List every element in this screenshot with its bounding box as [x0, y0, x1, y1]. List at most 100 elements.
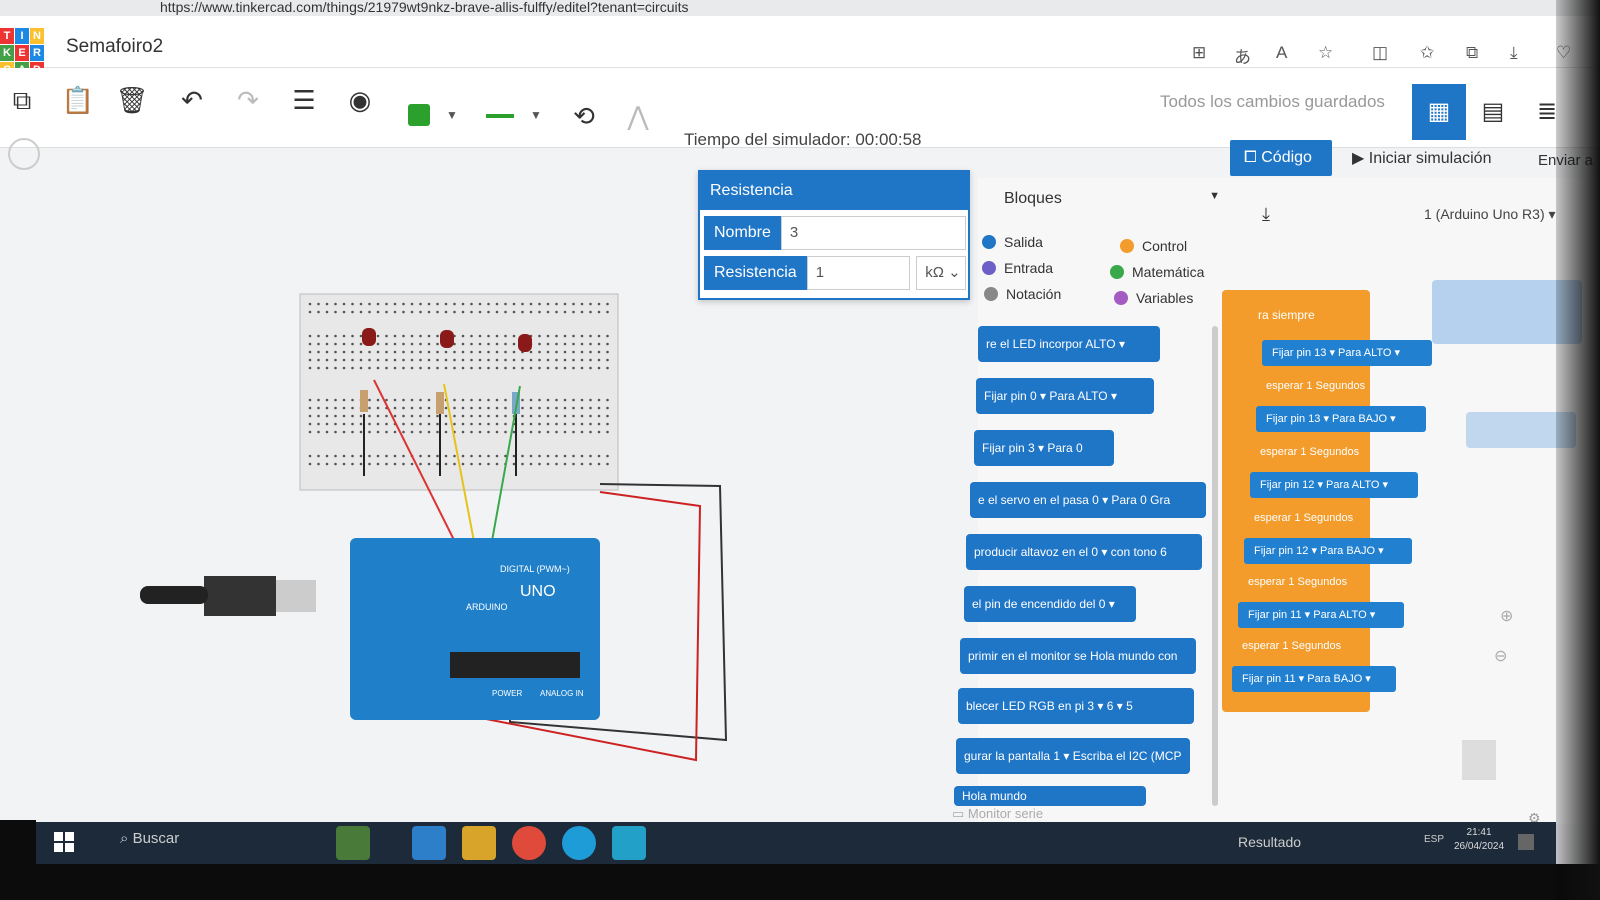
collections-icon[interactable]: ⧉	[1466, 43, 1478, 63]
breadboard-hole	[410, 302, 414, 306]
windows-start-icon[interactable]	[54, 832, 74, 852]
script-block[interactable]: esperar 1 Segundos	[1258, 374, 1365, 398]
category-control[interactable]: Control	[1120, 238, 1187, 254]
breadboard-hole	[572, 430, 575, 434]
breadboard-hole	[317, 334, 320, 338]
taskbar-search[interactable]: ⌕ Buscar	[120, 830, 179, 847]
tree-widget-icon[interactable]	[336, 826, 370, 860]
start-simulation-button[interactable]: ▶ Iniciar simulación	[1352, 148, 1491, 168]
script-block[interactable]: esperar 1 Segundos	[1252, 440, 1359, 464]
serial-monitor-button[interactable]: ▭ Monitor serie	[952, 806, 1043, 822]
palette-block[interactable]: Fijar pin 0 ▾ Para ALTO ▾	[976, 378, 1154, 414]
copy-icon[interactable]: ⧉	[4, 82, 40, 118]
breadboard-hole	[521, 414, 524, 418]
script-block[interactable]: esperar 1 Segundos	[1240, 570, 1347, 594]
undo-icon[interactable]: ↶	[174, 82, 210, 118]
led-red-2[interactable]	[440, 330, 454, 348]
download-icon[interactable]: ⤓	[1510, 43, 1518, 63]
palette-block[interactable]: el pin de encendido del 0 ▾	[964, 586, 1136, 622]
favorites-icon[interactable]: ✩	[1420, 43, 1434, 63]
board-select[interactable]: 1 (Arduino Uno R3) ▾	[1424, 206, 1556, 223]
download-code-icon[interactable]: ⤓	[1262, 204, 1270, 225]
breadboard-hole	[538, 358, 541, 362]
view-icon[interactable]: ◉	[342, 82, 378, 118]
category-input[interactable]: Entrada	[982, 260, 1053, 276]
split-screen-icon[interactable]: ◫	[1372, 43, 1388, 63]
mirror-icon[interactable]: ⋀	[620, 98, 656, 134]
breadboard-hole	[308, 430, 312, 434]
script-block[interactable]: Fijar pin 13 ▾ Para BAJO ▾	[1256, 406, 1426, 432]
taskbar-result[interactable]: Resultado	[1238, 834, 1301, 850]
script-block[interactable]: Fijar pin 11 ▾ Para ALTO ▾	[1238, 602, 1404, 628]
breadboard-hole	[419, 334, 422, 338]
browser-url[interactable]: https://www.tinkercad.com/things/21979wt…	[0, 0, 1600, 16]
breadboard-hole	[555, 302, 558, 306]
fit-view-icon[interactable]	[8, 138, 40, 170]
category-variables[interactable]: Variables	[1114, 290, 1193, 306]
rotate-icon[interactable]: ⟲	[566, 98, 602, 134]
palette-block[interactable]: gurar la pantalla 1 ▾ Escriba el I2C (MC…	[956, 738, 1190, 774]
apps-icon[interactable]: ⊞	[1192, 43, 1206, 63]
led-red-3[interactable]	[518, 334, 532, 352]
clock[interactable]: 21:41 26/04/2024	[1454, 826, 1504, 854]
led-red-1[interactable]	[362, 328, 376, 346]
script-block[interactable]: Fijar pin 11 ▾ Para BAJO ▾	[1232, 666, 1396, 692]
delete-icon[interactable]: 🗑	[114, 82, 150, 118]
category-output[interactable]: Salida	[982, 234, 1043, 250]
language-indicator[interactable]: ESP	[1424, 834, 1444, 845]
notifications-icon[interactable]	[1518, 834, 1534, 850]
palette-block[interactable]: Hola mundo	[954, 786, 1146, 806]
palette-scrollbar[interactable]	[1212, 326, 1218, 806]
breadboard-hole	[410, 342, 414, 346]
palette-block[interactable]: re el LED incorpor ALTO ▾	[978, 326, 1160, 362]
resistance-input[interactable]: 1	[806, 256, 911, 290]
breadboard-hole	[538, 430, 541, 434]
file-explorer-icon[interactable]	[462, 826, 496, 860]
circuit-canvas[interactable]: DIGITAL (PWM~) UNO ARDUINO POWER ANALOG …	[140, 280, 760, 780]
breadboard-hole	[308, 462, 312, 466]
translate-icon[interactable]: あ	[1234, 43, 1251, 68]
breadboard-hole	[334, 366, 337, 370]
edge-icon[interactable]	[562, 826, 596, 860]
breadboard-hole	[597, 406, 601, 410]
read-aloud-icon[interactable]: A	[1276, 43, 1287, 63]
wire-type-icon[interactable]	[486, 114, 514, 118]
chevron-down-icon[interactable]: ▼	[530, 108, 542, 122]
breadboard-hole	[597, 430, 601, 434]
chrome-icon[interactable]	[512, 826, 546, 860]
script-block[interactable]: Fijar pin 12 ▾ Para BAJO ▾	[1244, 538, 1412, 564]
unit-select[interactable]: kΩ ⌄	[916, 256, 966, 290]
tinkercad-app-icon[interactable]	[612, 826, 646, 860]
category-notation[interactable]: Notación	[984, 286, 1061, 302]
mail-icon[interactable]	[412, 826, 446, 860]
palette-block[interactable]: Fijar pin 3 ▾ Para 0	[974, 430, 1114, 466]
favorite-star-icon[interactable]: ☆	[1318, 43, 1333, 63]
zoom-in-icon[interactable]: ⊕	[1500, 606, 1513, 626]
palette-block[interactable]: primir en el monitor se Hola mundo con	[960, 638, 1196, 674]
palette-block[interactable]: e el servo en el pasa 0 ▾ Para 0 Gra	[970, 482, 1206, 518]
project-name[interactable]: Semafoiro2	[66, 36, 163, 58]
script-block[interactable]: Fijar pin 12 ▾ Para ALTO ▾	[1250, 472, 1418, 498]
notes-icon[interactable]: ☰	[286, 82, 322, 118]
circuit-view-icon[interactable]: ▦	[1412, 84, 1466, 140]
usb-cable[interactable]	[140, 586, 208, 604]
zoom-out-icon[interactable]: ⊖	[1494, 646, 1507, 666]
script-block[interactable]: esperar 1 Segundos	[1246, 506, 1353, 530]
script-block[interactable]: Fijar pin 13 ▾ Para ALTO ▾	[1262, 340, 1432, 366]
palette-block[interactable]: blecer LED RGB en pi 3 ▾ 6 ▾ 5	[958, 688, 1194, 724]
resistor-1[interactable]	[360, 390, 368, 412]
chevron-down-icon[interactable]: ▼	[446, 108, 458, 122]
color-picker-icon[interactable]	[408, 104, 430, 126]
schematic-view-icon[interactable]: ▤	[1466, 84, 1520, 140]
name-input[interactable]: 3	[780, 216, 966, 250]
editor-mode-select[interactable]: Bloques ▼	[990, 182, 1230, 214]
redo-icon[interactable]: ↷	[230, 82, 266, 118]
resistor-2[interactable]	[436, 392, 444, 414]
palette-block[interactable]: producir altavoz en el 0 ▾ con tono 6	[966, 534, 1202, 570]
script-block[interactable]: esperar 1 Segundos	[1234, 634, 1341, 658]
code-button[interactable]: ⧠ Código	[1230, 140, 1332, 176]
trash-icon[interactable]	[1462, 740, 1496, 780]
paste-icon[interactable]: 📋	[60, 82, 96, 118]
category-math[interactable]: Matemática	[1110, 264, 1204, 280]
usb-connector[interactable]	[204, 576, 276, 616]
